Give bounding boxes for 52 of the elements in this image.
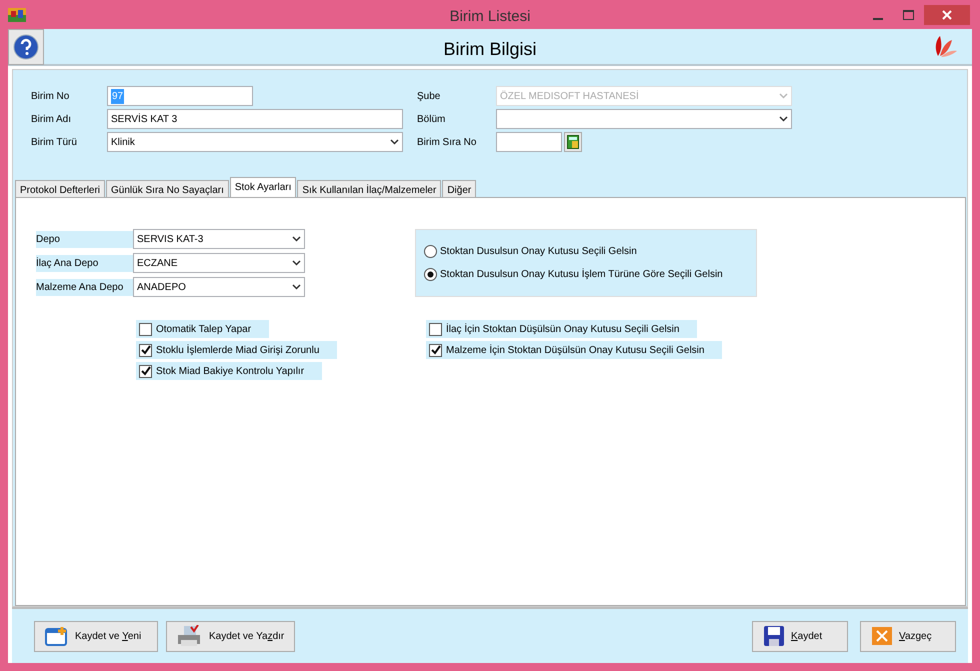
help-button[interactable] bbox=[8, 28, 44, 64]
close-button[interactable] bbox=[924, 4, 970, 24]
window-title: Birim Listesi bbox=[450, 7, 530, 27]
field-label: Birim Sıra No bbox=[417, 136, 478, 150]
checkmark-icon bbox=[140, 345, 150, 355]
tab[interactable]: Protokol Defterleri bbox=[15, 180, 106, 197]
chevron-icon bbox=[292, 236, 301, 242]
radio-option[interactable]: Stoktan Dusulsun Onay Kutusu Seçili Gelsin bbox=[424, 244, 756, 259]
app-icon bbox=[8, 8, 26, 22]
maximize-icon bbox=[902, 10, 914, 20]
tab[interactable]: Günlük Sıra No Sayaçları bbox=[106, 180, 229, 197]
print-button[interactable]: Kaydet ve Yazdır bbox=[166, 620, 296, 652]
checkbox-option[interactable]: Stok Miad Bakiye Kontrolu Yapılır bbox=[136, 362, 322, 380]
field-label: Birim Adı bbox=[31, 112, 72, 126]
tab[interactable]: Diğer bbox=[442, 180, 476, 197]
new-button[interactable]: Kaydet ve Yeni bbox=[34, 620, 158, 652]
cancel-icon bbox=[871, 626, 893, 646]
tab[interactable]: Stok Ayarları bbox=[230, 177, 296, 197]
field-label: Birim No bbox=[31, 90, 70, 104]
text-field[interactable]: SERVİS KAT 3 bbox=[107, 109, 403, 129]
text-field[interactable] bbox=[496, 132, 562, 152]
dropdown[interactable]: SERVIS KAT-3 bbox=[133, 229, 305, 249]
save-button[interactable]: Kaydet bbox=[752, 620, 848, 652]
calculator-button[interactable] bbox=[564, 132, 582, 152]
radio-option[interactable]: Stoktan Dusulsun Onay Kutusu İşlem Türüne Göre Seçili Gelsin bbox=[424, 267, 756, 282]
minimize-icon bbox=[873, 18, 883, 20]
field-label: Bölüm bbox=[417, 112, 446, 126]
dropdown[interactable]: Klinik bbox=[107, 132, 403, 152]
chevron-icon bbox=[292, 284, 301, 290]
add-window-icon bbox=[45, 626, 69, 646]
chevron-icon bbox=[390, 139, 399, 145]
checkbox-option[interactable]: Stoklu İşlemlerde Miad Girişi Zorunlu bbox=[136, 341, 338, 359]
header-title: Birim Bilgisi bbox=[444, 38, 536, 61]
cancel-button[interactable]: Vazgeç bbox=[860, 620, 956, 652]
chevron-icon bbox=[779, 93, 788, 99]
checkbox-option[interactable]: Otomatik Talep Yapar bbox=[136, 320, 270, 338]
checkbox-option[interactable]: İlaç İçin Stoktan Düşülsün Onay Kutusu Seçili Gelsin bbox=[426, 320, 698, 338]
field-label: İlaç Ana Depo bbox=[36, 254, 133, 272]
printer-icon bbox=[177, 625, 203, 647]
field-label: Malzeme Ana Depo bbox=[36, 278, 133, 296]
checkmark-icon bbox=[140, 366, 150, 376]
dropdown[interactable]: ECZANE bbox=[133, 253, 305, 273]
chevron-icon bbox=[292, 260, 301, 266]
field-label: Birim Türü bbox=[31, 136, 78, 150]
field-label: Depo bbox=[36, 230, 133, 248]
close-icon bbox=[942, 10, 952, 20]
checkmark-icon bbox=[430, 345, 440, 355]
checkbox-option[interactable]: Malzeme İçin Stoktan Düşülsün Onay Kutusu Seçili Gelsin bbox=[426, 341, 722, 359]
tab[interactable]: Sık Kullanılan İlaç/Malzemeler bbox=[297, 180, 442, 197]
chevron-icon bbox=[779, 116, 788, 122]
dropdown[interactable]: ANADEPO bbox=[133, 277, 305, 297]
field-label: Şube bbox=[417, 90, 442, 104]
